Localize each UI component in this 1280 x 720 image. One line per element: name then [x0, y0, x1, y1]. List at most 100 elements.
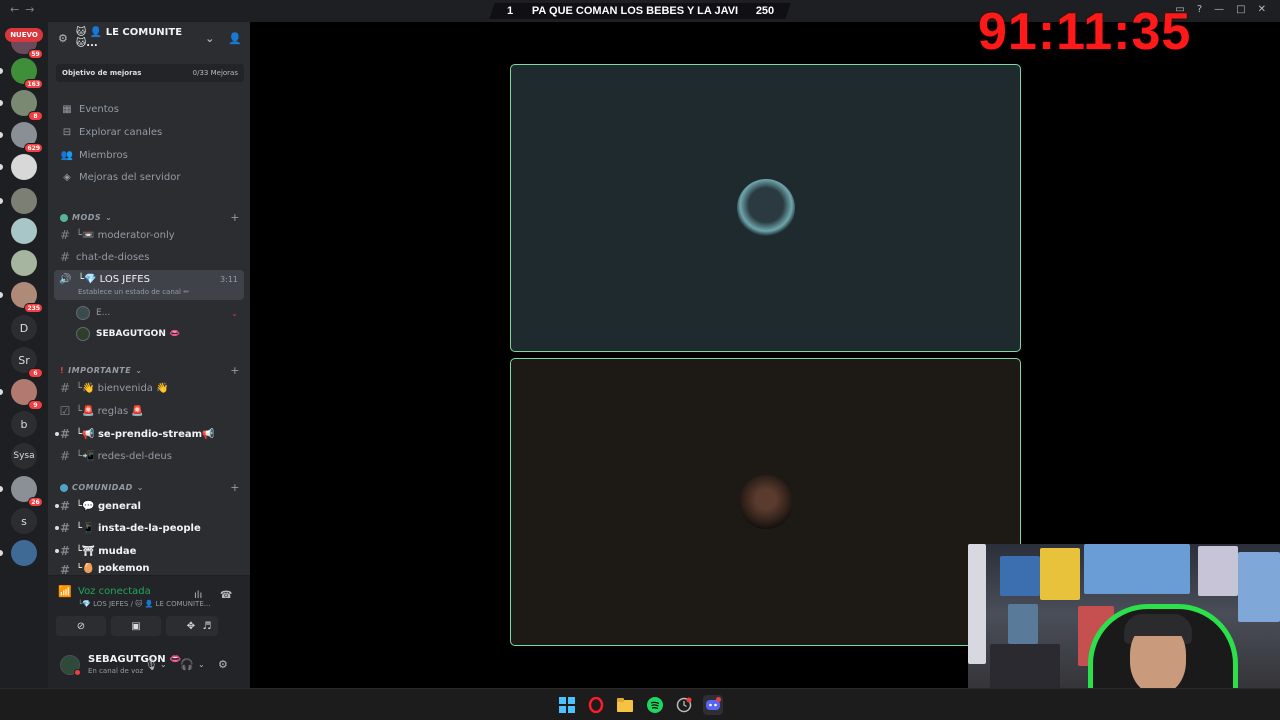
discord-icon[interactable] — [703, 695, 723, 715]
participant-tile[interactable] — [510, 358, 1021, 646]
voice-channel-status-hint[interactable]: Establece un estado de canal ✏ — [78, 288, 189, 296]
server-icon[interactable] — [11, 154, 37, 180]
soundboard-button[interactable]: ♬ — [196, 616, 218, 636]
chevron-down-icon[interactable]: ⌄ — [205, 32, 214, 45]
channel-insta-de-la-people[interactable]: # └📱 insta-de-la-people — [55, 518, 244, 538]
channel-se-prendio-stream[interactable]: # └📢 se-prendio-stream📢 — [55, 424, 244, 444]
server-initials: D — [19, 321, 29, 335]
category-importante[interactable]: ! IMPORTANTE ⌄ + — [60, 364, 240, 377]
signal-icon[interactable]: 📶 — [58, 585, 72, 598]
forward-arrow-icon[interactable]: → — [25, 3, 40, 16]
server-icon[interactable] — [11, 250, 37, 276]
channel-reglas[interactable]: ☑ └🚨 reglas 🚨 — [58, 401, 244, 421]
back-arrow-icon[interactable]: ← — [10, 3, 25, 16]
server-icon[interactable]: 235 — [11, 282, 43, 313]
clock-app-icon[interactable] — [674, 695, 694, 715]
add-member-icon[interactable]: 👤 — [228, 32, 242, 45]
channel-label: └⛩ mudae — [76, 545, 137, 557]
channel-mudae[interactable]: # └⛩ mudae — [55, 541, 244, 561]
gear-icon[interactable]: ⚙ — [218, 658, 228, 671]
chevron-down-icon[interactable]: ⌄ — [160, 660, 167, 669]
server-icon[interactable]: s — [11, 508, 37, 534]
add-channel-icon[interactable]: + — [230, 481, 240, 494]
category-comunidad[interactable]: COMUNIDAD ⌄ + — [60, 481, 240, 494]
disconnect-icon[interactable]: ☎ — [220, 590, 232, 601]
file-explorer-icon[interactable] — [615, 695, 635, 715]
poster — [1040, 548, 1080, 600]
hash-icon: # — [59, 563, 71, 575]
server-icon[interactable]: 629 — [11, 122, 43, 153]
participant-tile[interactable] — [510, 64, 1021, 352]
poster — [1238, 552, 1280, 622]
close-icon[interactable]: ✕ — [1258, 4, 1266, 15]
voice-channel-name: └💎 LOS JEFES — [78, 274, 150, 285]
history-nav[interactable]: ←→ — [10, 3, 40, 16]
server-icon[interactable] — [11, 540, 37, 566]
server-icon[interactable]: D — [11, 315, 37, 341]
nav-browse-channels[interactable]: ⊟ Explorar canales — [60, 127, 162, 138]
voice-connected-subtitle[interactable]: └💎 LOS JEFES / 🐱 👤 LE COMUNITE... — [78, 600, 210, 608]
nav-server-boosts[interactable]: ◈ Mejoras del servidor — [60, 172, 181, 183]
add-channel-icon[interactable]: + — [230, 364, 240, 377]
nav-boosts-label: Mejoras del servidor — [79, 172, 181, 183]
channel-general[interactable]: # └💬 general — [55, 496, 244, 516]
unread-pip — [0, 100, 3, 106]
channel-redes-del-deus[interactable]: # └📲 redes-del-deus — [58, 446, 244, 466]
server-icon[interactable]: 59 — [11, 42, 43, 59]
channel-bienvenida[interactable]: # └👋 bienvenida 👋 — [58, 378, 244, 398]
hash-icon: # — [59, 499, 71, 513]
server-icon[interactable]: 9 — [11, 379, 43, 410]
windows-start-icon[interactable] — [557, 695, 577, 715]
members-icon: 👥 — [60, 150, 74, 161]
add-channel-icon[interactable]: + — [230, 211, 240, 224]
channel-chat-de-dioses[interactable]: # chat-de-dioses — [58, 247, 244, 267]
hash-icon: # — [59, 449, 71, 463]
help-icon[interactable]: ? — [1197, 4, 1202, 15]
server-icon[interactable]: 8 — [11, 90, 43, 121]
unread-pip — [0, 198, 3, 204]
username[interactable]: SEBAGUTGON 👄 — [88, 654, 182, 665]
minimize-icon[interactable]: — — [1214, 4, 1224, 15]
hash-icon: # — [59, 228, 71, 242]
chevron-down-icon: ⌄ — [136, 483, 144, 492]
maximize-icon[interactable]: □ — [1236, 4, 1245, 15]
boost-icon: ◈ — [63, 172, 71, 183]
voice-channel-los-jefes[interactable]: 🔊 └💎 LOS JEFES Establece un estado de ca… — [54, 270, 244, 300]
category-dot-icon — [60, 213, 68, 222]
server-icon[interactable] — [11, 188, 37, 214]
server-initials: Sysa — [13, 451, 35, 461]
nav-browse-label: Explorar canales — [79, 127, 163, 138]
channel-pokemon[interactable]: # └🥚 pokemon — [58, 563, 244, 575]
microphone-icon[interactable]: 🎙 — [144, 658, 158, 671]
headphones-icon[interactable]: 🎧 — [180, 658, 194, 671]
spotify-icon[interactable] — [645, 695, 665, 715]
server-icon[interactable]: b — [11, 411, 37, 437]
chevron-down-icon[interactable]: ⌄ — [198, 660, 205, 669]
unread-pip — [0, 68, 3, 74]
new-badge[interactable]: NUEVO — [5, 28, 43, 42]
server-icon[interactable]: Sysa — [11, 443, 37, 469]
server-icon[interactable]: 163 — [11, 58, 43, 89]
nav-events[interactable]: ▦ Eventos — [60, 104, 119, 115]
nav-members[interactable]: 👥 Miembros — [60, 150, 128, 161]
stream-overlay-banner: 1 PA QUE COMAN LOS BEBES Y LA JAVI 250 — [500, 3, 780, 19]
voice-connected-title[interactable]: Voz conectada — [78, 586, 151, 597]
server-icon[interactable]: 26 — [11, 476, 43, 507]
voice-user[interactable]: SEBAGUTGON 👄 — [76, 327, 238, 341]
boost-goal-bar[interactable]: Objetivo de mejoras 0/33 Mejoras — [56, 64, 244, 82]
screen-share-button[interactable]: ▣ — [111, 616, 161, 636]
category-mods-label: MODS — [72, 213, 102, 222]
channel-moderator-only[interactable]: # └📼 moderator-only — [58, 225, 244, 245]
opera-icon[interactable] — [586, 695, 606, 715]
noise-suppression-icon[interactable]: ılı — [194, 590, 202, 601]
voice-user[interactable]: E... ⌄ — [76, 306, 238, 320]
camera-off-button[interactable]: ⊘ — [56, 616, 106, 636]
guild-header[interactable]: ⚙ 🐱 👤 LE COMUNITE 🐱... ⌄ 👤 — [48, 22, 250, 54]
server-icon[interactable]: Sr 6 — [11, 347, 43, 378]
guild-name: 🐱 👤 LE COMUNITE 🐱... — [75, 27, 183, 49]
category-mods[interactable]: MODS ⌄ + — [60, 211, 240, 224]
server-icon[interactable] — [11, 218, 37, 244]
server-rail: NUEVO 59 163 8 629 235 D Sr 6 9 b Sysa 26 s — [0, 22, 48, 688]
unread-dot-icon — [55, 526, 59, 530]
gear-icon[interactable]: ⚙ — [58, 32, 68, 45]
